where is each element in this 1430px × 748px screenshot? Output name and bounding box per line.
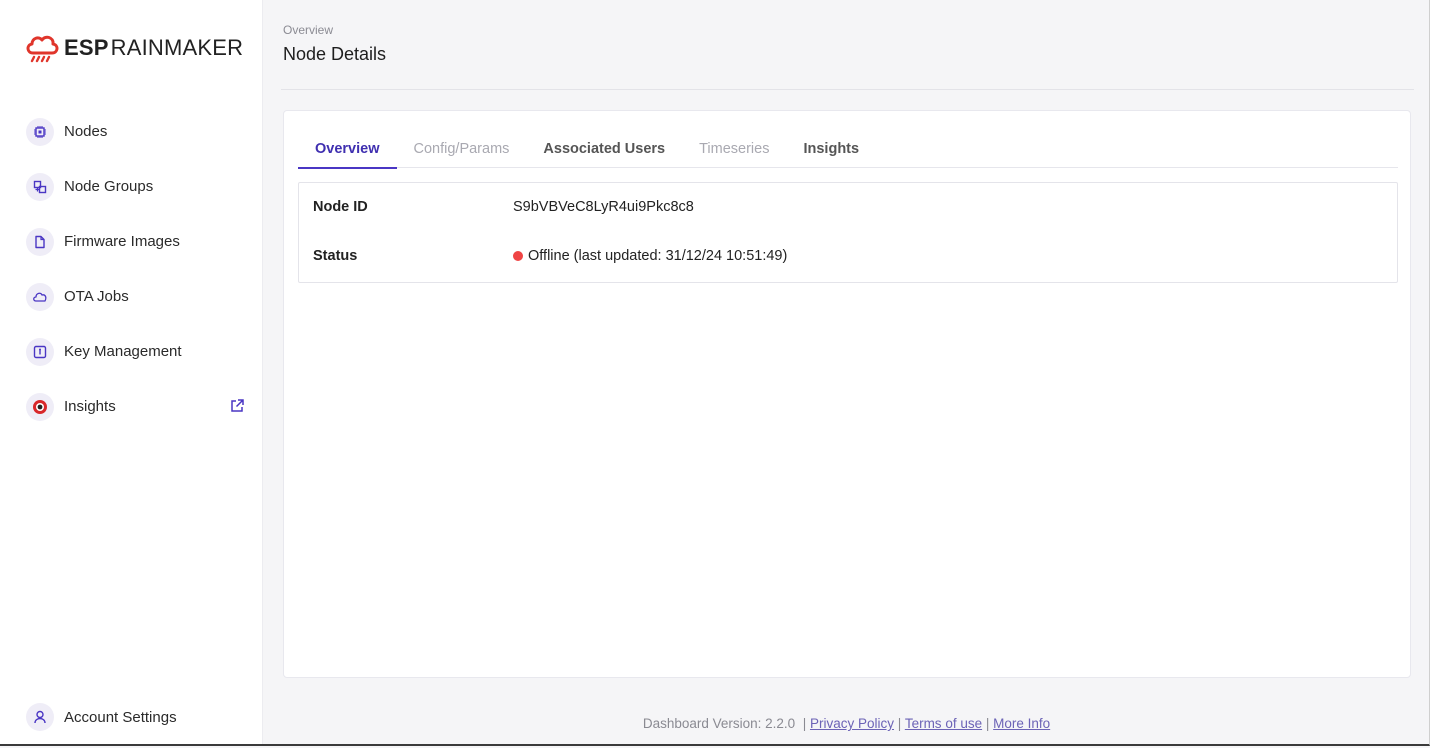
sidebar-item-label: OTA Jobs [64,288,129,305]
app-window: ESPRAINMAKER Nodes Node Groups Firmware … [0,0,1430,746]
node-id-label: Node ID [313,199,368,215]
footer: Dashboard Version: 2.2.0 | Privacy Polic… [263,716,1429,731]
cloud-icon [26,282,54,311]
sidebar-item-nodes[interactable]: Nodes [0,104,263,159]
terms-of-use-link[interactable]: Terms of use [905,716,982,731]
header-divider [281,89,1414,90]
tab-timeseries[interactable]: Timeseries [682,130,786,168]
tab-bar: Overview Config/Params Associated Users … [298,130,1398,169]
sidebar: ESPRAINMAKER Nodes Node Groups Firmware … [0,0,263,744]
footer-separator: | [897,716,902,731]
tab-insights[interactable]: Insights [786,130,876,168]
brand-name: ESPRAINMAKER [64,35,243,61]
sidebar-item-label: Key Management [64,343,182,360]
tab-overview[interactable]: Overview [298,130,397,169]
sidebar-item-key-management[interactable]: Key Management [0,324,263,379]
tab-config-params[interactable]: Config/Params [397,130,527,168]
sidebar-item-label: Insights [64,398,116,415]
insights-icon [26,392,54,421]
footer-separator: | [985,716,990,731]
node-id-value: S9bVBVeC8LyR4ui9Pkc8c8 [513,199,694,215]
user-icon [26,703,54,731]
tab-associated-users[interactable]: Associated Users [526,130,682,168]
status-label: Status [313,248,358,264]
node-details-card: Overview Config/Params Associated Users … [283,110,1411,678]
brand-logo[interactable]: ESPRAINMAKER [24,33,243,63]
sidebar-item-label: Node Groups [64,178,154,195]
more-info-link[interactable]: More Info [993,716,1050,731]
privacy-policy-link[interactable]: Privacy Policy [810,716,894,731]
sidebar-item-insights[interactable]: Insights [0,379,263,434]
footer-separator: | [802,716,807,731]
key-box-icon [26,337,54,366]
status-value: Offline (last updated: 31/12/24 10:51:49… [528,248,788,264]
account-settings-label: Account Settings [64,708,177,726]
sidebar-item-label: Firmware Images [64,233,180,250]
breadcrumb[interactable]: Overview [283,23,333,37]
dashboard-version: Dashboard Version: 2.2.0 [642,716,796,731]
status-dot-icon [513,251,523,261]
sidebar-item-firmware-images[interactable]: Firmware Images [0,214,263,269]
node-id-row: Node ID S9bVBVeC8LyR4ui9Pkc8c8 [313,199,694,215]
brand-rainmaker: RAINMAKER [110,35,244,60]
node-details-table: Node ID S9bVBVeC8LyR4ui9Pkc8c8 Status Of… [298,182,1398,283]
chip-icon [26,117,54,146]
sidebar-item-label: Nodes [64,123,108,140]
cloud-logo-icon [26,35,59,63]
node-groups-icon [26,172,54,201]
status-row: Status Offline (last updated: 31/12/24 1… [313,248,787,264]
file-icon [26,227,54,256]
sidebar-nav: Nodes Node Groups Firmware Images OTA Jo… [0,104,263,434]
external-link-icon[interactable] [229,398,245,419]
page-title: Node Details [283,44,387,64]
brand-esp: ESP [64,35,109,60]
sidebar-item-node-groups[interactable]: Node Groups [0,159,263,214]
sidebar-item-ota-jobs[interactable]: OTA Jobs [0,269,263,324]
status-value-wrap: Offline (last updated: 31/12/24 10:51:49… [513,248,787,264]
sidebar-item-account-settings[interactable]: Account Settings [0,702,263,732]
main-content: Overview Node Details Overview Config/Pa… [263,0,1429,744]
